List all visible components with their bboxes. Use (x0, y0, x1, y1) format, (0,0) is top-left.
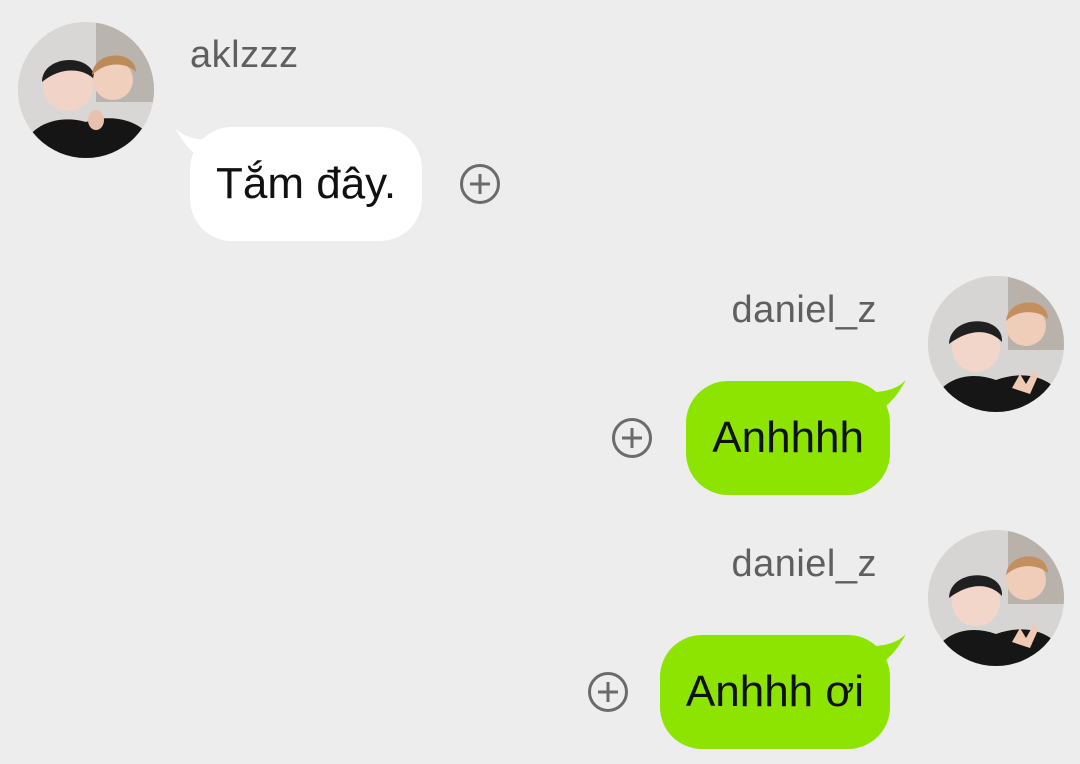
message-outgoing: daniel_z Anhhhh (0, 270, 1080, 510)
avatar-aklzzz[interactable] (18, 22, 154, 158)
add-reaction-icon[interactable] (460, 164, 500, 204)
add-reaction-icon[interactable] (612, 418, 652, 458)
sender-username: aklzzz (190, 34, 299, 76)
avatar-photo-icon (928, 276, 1064, 412)
message-bubble[interactable]: Anhhhh (686, 381, 890, 495)
sender-username: daniel_z (731, 289, 877, 331)
avatar-photo-icon (928, 530, 1064, 666)
sender-username: daniel_z (731, 543, 877, 585)
avatar-daniel-z[interactable] (928, 530, 1064, 666)
avatar-photo-icon (18, 22, 154, 158)
message-incoming: aklzzz Tắm đây. (0, 0, 1080, 250)
chat-thread: aklzzz Tắm đây. daniel_z Anhhhh daniel_z… (0, 0, 1080, 764)
message-outgoing: daniel_z Anhhh ơi (0, 524, 1080, 764)
add-reaction-icon[interactable] (588, 672, 628, 712)
avatar-daniel-z[interactable] (928, 276, 1064, 412)
message-bubble[interactable]: Anhhh ơi (659, 635, 890, 749)
message-bubble[interactable]: Tắm đây. (190, 127, 423, 241)
